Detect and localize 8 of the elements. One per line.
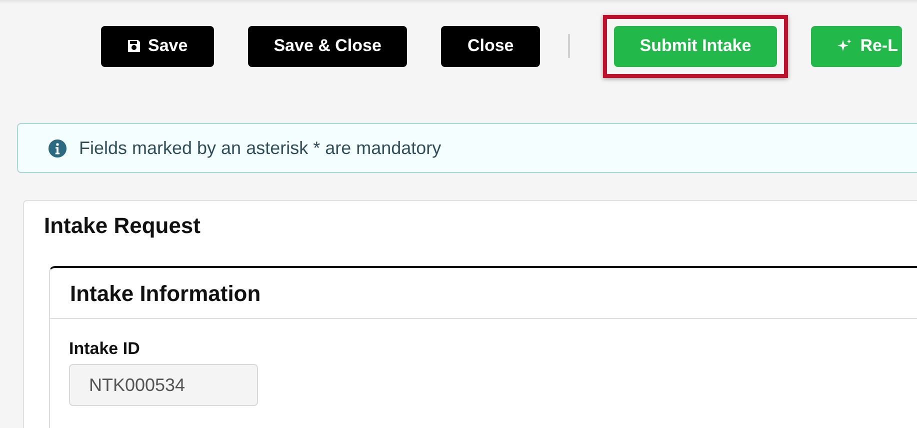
toolbar-button[interactable]: Close <box>441 26 540 66</box>
section-title: Intake Information <box>50 268 917 319</box>
card-title: Intake Request <box>44 213 202 239</box>
info-icon <box>48 138 67 158</box>
toolbar-button[interactable]: Save <box>101 26 214 66</box>
field-label: Intake ID <box>69 339 141 359</box>
toolbar-button[interactable]: Save & Close <box>248 26 408 66</box>
notice-text: Fields marked by an asterisk * are mandatory <box>79 138 442 158</box>
